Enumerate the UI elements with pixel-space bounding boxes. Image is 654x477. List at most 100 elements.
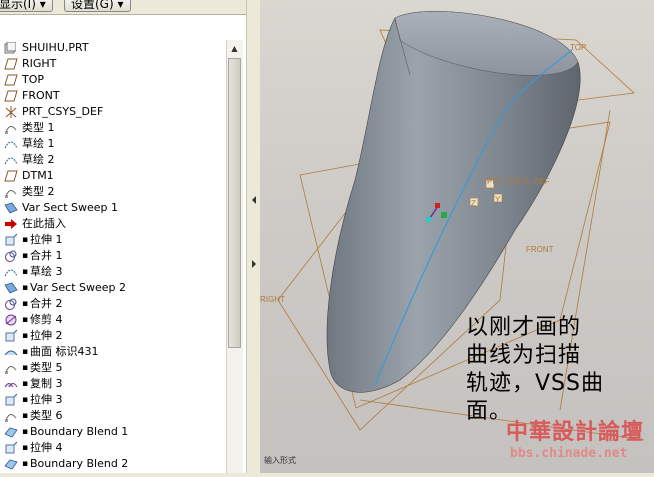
tree-item-marker: ▪ [22,443,29,453]
tree-item-marker: ▪ [22,347,29,357]
tree-item-marker: ▪ [22,235,29,245]
tree-item-label: TOP [22,73,45,86]
csys-icon [4,106,18,118]
watermark-url: bbs.chinade.net [510,446,628,461]
surface-icon [4,346,18,358]
tree-item-label: Boundary Blend 1 [30,425,129,438]
tree-item-marker: ▪ [22,363,29,373]
scrollbar-thumb[interactable] [228,58,241,348]
datum-plane-icon [4,90,18,102]
scroll-up-icon[interactable]: ▲ [228,42,241,56]
tree-item[interactable]: ▪ 拉伸 1 [4,232,63,248]
tree-item[interactable]: ▪ 草绘 3 [4,264,63,280]
tree-item[interactable]: ▪ 曲面 标识431 [4,344,99,360]
tree-item-label: 类型 1 [22,121,55,134]
forum-watermark: 中華設計論壇 bbs.chinade.net [502,414,652,468]
tree-item-label: 类型 5 [30,361,63,374]
tree-item[interactable]: 类型 1 [4,120,55,136]
extrude-icon [4,393,18,406]
tree-item-marker: ▪ [22,251,29,261]
datum-plane-icon [4,170,18,182]
tree-item[interactable]: ▪ Boundary Blend 2 [4,456,128,472]
annotation-text: 以刚才画的 曲线为扫描 轨迹，VSS曲 面。 [466,314,654,426]
blend-icon [4,426,18,438]
datum-plane-icon [4,74,18,86]
tree-item-label: 曲面 标识431 [30,345,99,358]
tree-item[interactable]: RIGHT [4,56,56,72]
tree-item-marker: ▪ [22,267,29,277]
tree-item[interactable]: 草绘 2 [4,152,55,168]
extrude-icon [4,329,18,342]
tree-item[interactable]: ▪ Var Sect Sweep 2 [4,280,126,296]
tree-item[interactable]: SHUIHU.PRT [4,40,89,56]
tree-item-label: 合并 1 [30,249,63,262]
tree-item-marker: ▪ [22,395,29,405]
tree-item[interactable]: ▪ 类型 5 [4,360,63,376]
tree-item-marker: ▪ [22,459,29,469]
tree-item-label: 草绘 3 [30,265,63,278]
part-icon [4,41,18,54]
merge-icon [4,298,18,310]
watermark-title: 中華設計論壇 [506,420,645,445]
tree-item[interactable]: Var Sect Sweep 1 [4,200,118,216]
tree-item[interactable]: ▪ Boundary Blend 1 [4,424,128,440]
panel-splitter[interactable] [246,0,261,473]
datum-label-top: TOP [570,43,586,52]
merge-icon [4,250,18,262]
tree-item[interactable]: TOP [4,72,44,88]
tree-item-marker: ▪ [22,379,29,389]
tree-item-label: 在此插入 [22,217,66,230]
tree-item[interactable]: 草绘 1 [4,136,55,152]
show-menu-button[interactable]: 显示(I) ▾ [0,0,53,12]
sweep-icon [4,202,18,214]
tree-item[interactable]: FRONT [4,88,60,104]
tree-item-label: 类型 2 [22,185,55,198]
tree-item-marker: ▪ [22,427,29,437]
tree-item-label: Var Sect Sweep 2 [30,281,127,294]
tree-item[interactable]: ▪ 类型 6 [4,408,63,424]
tree-item[interactable]: ▪ 修剪 4 [4,312,63,328]
tree-item[interactable]: 类型 2 [4,184,55,200]
annotation-line: 轨迹，VSS曲 [466,371,604,396]
model-tree-toolbar: 显示(I) ▾ 设置(G) ▾ [0,0,246,15]
tree-item[interactable]: ▪ 拉伸 4 [4,440,63,456]
extrude-icon [4,441,18,454]
tree-item-label: FRONT [22,89,60,102]
tree-item[interactable]: 在此插入 [4,216,66,232]
settings-menu-button[interactable]: 设置(G) ▾ [64,0,131,12]
datum-label-front: FRONT [526,245,554,254]
tree-item[interactable]: PRT_CSYS_DEF [4,104,103,120]
extrude-icon [4,233,18,246]
feature-icon [4,122,18,134]
sweep-icon [4,282,18,294]
tree-item[interactable]: ▪ 复制 3 [4,376,63,392]
status-text: 输入形式 [264,456,296,465]
tree-item[interactable]: DTM1 [4,168,54,184]
tree-item-label: 复制 3 [30,377,63,390]
tree-item[interactable]: ▪ 合并 1 [4,248,63,264]
tree-item[interactable]: ▪ 合并 2 [4,296,63,312]
copy-icon [4,378,18,390]
tree-item-label: 修剪 4 [30,313,63,326]
tree-scrollbar[interactable]: ▲ [226,40,243,473]
feature-icon [4,362,18,374]
sketch-icon [4,266,18,278]
model-tree: SHUIHU.PRT RIGHT TOP FRONT PRT_CSYS_DEF 类型 1 草… [0,40,226,473]
tree-item[interactable]: ▪ 拉伸 2 [4,328,63,344]
datum-plane-icon [4,58,18,70]
tree-item-label: 草绘 1 [22,137,55,150]
collapse-left-icon[interactable] [252,196,256,204]
model-tree-panel: 显示(I) ▾ 设置(G) ▾ SHUIHU.PRT RIGHT TOP FRONT P… [0,0,247,473]
tree-item-label: Var Sect Sweep 1 [22,201,119,214]
tree-item-label: Boundary Blend 2 [30,457,129,470]
tree-item-marker: ▪ [22,283,29,293]
tree-item-label: 合并 2 [30,297,63,310]
datum-label-right: RIGHT [260,295,285,304]
expand-right-icon[interactable] [252,260,256,268]
tree-item-label: 拉伸 4 [30,441,63,454]
3d-graphics-window[interactable]: TOP FRONT RIGHT PRT_CSYS_DEF Z Y 以刚才画的 曲… [260,0,654,473]
tree-item[interactable]: ▪ 拉伸 3 [4,392,63,408]
sketch-icon [4,154,18,166]
blend-icon [4,458,18,470]
tree-item-label: 类型 6 [30,409,63,422]
